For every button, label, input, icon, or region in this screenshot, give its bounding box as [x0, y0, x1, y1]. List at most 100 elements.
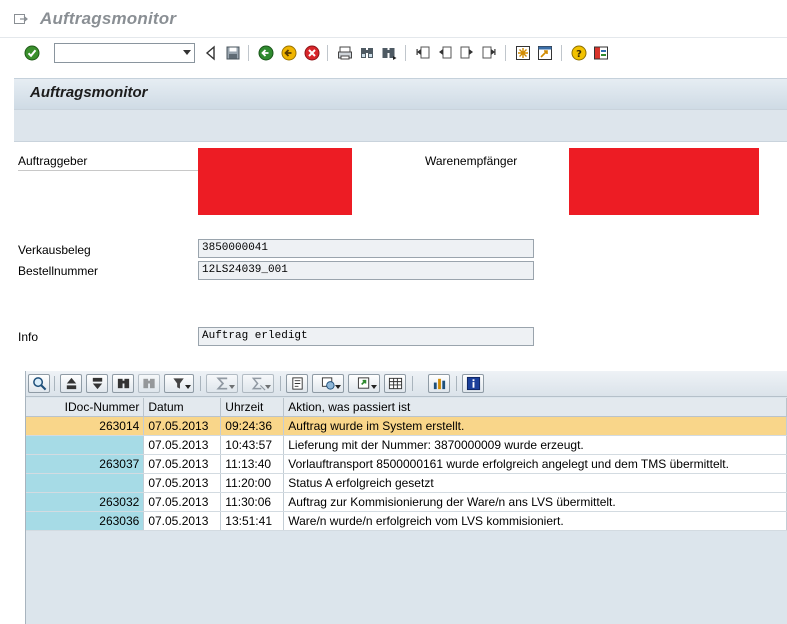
page-header: Auftragsmonitor	[14, 78, 787, 109]
chevron-down-icon	[229, 385, 235, 389]
info-button[interactable]	[462, 374, 484, 393]
info-icon	[466, 376, 480, 391]
next-page-icon[interactable]	[458, 44, 476, 62]
find-button[interactable]	[112, 374, 134, 393]
warenempfaenger-redacted-field	[569, 148, 759, 215]
svg-text:?: ?	[576, 49, 582, 60]
print-icon[interactable]	[336, 44, 354, 62]
cell-datum[interactable]: 07.05.2013	[143, 454, 222, 474]
table-row[interactable]: 07.05.2013 11:20:00 Status A erfolgreich…	[26, 473, 787, 493]
help-icon[interactable]: ?	[570, 44, 588, 62]
verkaufsbeleg-field[interactable]: 3850000041	[198, 239, 534, 258]
create-session-icon[interactable]	[514, 44, 532, 62]
alv-grid: IDoc-Nummer Datum Uhrzeit Aktion, was pa…	[25, 371, 787, 624]
last-page-icon[interactable]	[480, 44, 498, 62]
cell-uhrzeit[interactable]: 11:13:40	[220, 454, 285, 474]
auftraggeber-redacted-field	[198, 148, 352, 215]
cell-idoc[interactable]: 263036	[26, 511, 145, 531]
cell-aktion[interactable]: Lieferung mit der Nummer: 3870000009 wur…	[283, 435, 787, 455]
green-back-icon[interactable]	[257, 44, 275, 62]
cell-datum[interactable]: 07.05.2013	[143, 511, 222, 531]
cell-idoc[interactable]	[26, 435, 145, 455]
first-page-icon[interactable]	[414, 44, 432, 62]
info-field[interactable]: Auftrag erledigt	[198, 327, 534, 346]
cancel-icon[interactable]	[303, 44, 321, 62]
chevron-down-icon	[371, 385, 377, 389]
cell-aktion[interactable]: Auftrag zur Kommisionierung der Ware/n a…	[283, 492, 787, 512]
cell-idoc[interactable]: 263014	[26, 416, 145, 436]
subtotal-button[interactable]	[242, 374, 274, 393]
cell-datum[interactable]: 07.05.2013	[143, 435, 222, 455]
export-button[interactable]	[348, 374, 380, 393]
column-header-datum[interactable]: Datum	[143, 398, 222, 417]
system-menu-icon[interactable]	[14, 13, 28, 25]
table-header-row: IDoc-Nummer Datum Uhrzeit Aktion, was pa…	[26, 398, 787, 417]
warenempfaenger-label: Warenempfänger	[425, 154, 518, 168]
sort-ascending-button[interactable]	[60, 374, 82, 393]
binoculars-icon	[117, 378, 129, 389]
cell-datum[interactable]: 07.05.2013	[143, 492, 222, 512]
cell-uhrzeit[interactable]: 09:24:36	[220, 416, 285, 436]
print-preview-button[interactable]	[286, 374, 308, 393]
sort-ascending-icon	[66, 377, 76, 390]
table-row[interactable]: 263036 07.05.2013 13:51:41 Ware/n wurde/…	[26, 511, 787, 531]
cell-uhrzeit[interactable]: 11:30:06	[220, 492, 285, 512]
grid-layout-icon	[388, 377, 402, 390]
chevron-down-icon[interactable]	[183, 50, 191, 55]
command-input[interactable]	[55, 44, 173, 62]
find-next-icon[interactable]	[380, 44, 398, 62]
bestellnummer-field[interactable]: 12LS24039_001	[198, 261, 534, 280]
idoc-table: IDoc-Nummer Datum Uhrzeit Aktion, was pa…	[26, 398, 787, 531]
find-icon[interactable]	[358, 44, 376, 62]
exit-icon[interactable]	[280, 44, 298, 62]
cell-uhrzeit[interactable]: 13:51:41	[220, 511, 285, 531]
cell-datum[interactable]: 07.05.2013	[143, 473, 222, 493]
cell-uhrzeit[interactable]: 10:43:57	[220, 435, 285, 455]
column-header-idoc[interactable]: IDoc-Nummer	[26, 398, 145, 417]
total-button[interactable]	[206, 374, 238, 393]
chevron-down-icon	[265, 385, 271, 389]
views-icon	[321, 377, 335, 390]
back-icon[interactable]	[202, 44, 220, 62]
graphic-button[interactable]	[428, 374, 450, 393]
column-header-uhrzeit[interactable]: Uhrzeit	[220, 398, 285, 417]
cell-idoc[interactable]	[26, 473, 145, 493]
cell-aktion[interactable]: Auftrag wurde im System erstellt.	[283, 416, 787, 436]
title-bar: Auftragsmonitor	[0, 0, 787, 38]
details-button[interactable]	[28, 374, 50, 393]
table-row[interactable]: 263032 07.05.2013 11:30:06 Auftrag zur K…	[26, 492, 787, 512]
cell-aktion[interactable]: Ware/n wurde/n erfolgreich vom LVS kommi…	[283, 511, 787, 531]
cell-idoc[interactable]: 263037	[26, 454, 145, 474]
cell-aktion[interactable]: Status A erfolgreich gesetzt	[283, 473, 787, 493]
command-field[interactable]	[54, 43, 195, 63]
sort-descending-button[interactable]	[86, 374, 108, 393]
standard-toolbar: ?	[0, 38, 787, 68]
previous-page-icon[interactable]	[436, 44, 454, 62]
export-icon	[357, 377, 369, 389]
save-icon[interactable]	[224, 44, 242, 62]
shortcut-icon[interactable]	[536, 44, 554, 62]
filter-button[interactable]	[164, 374, 194, 393]
find-next-button[interactable]	[138, 374, 160, 393]
column-header-aktion[interactable]: Aktion, was passiert ist	[283, 398, 787, 417]
layout-icon[interactable]	[592, 44, 610, 62]
cell-datum[interactable]: 07.05.2013	[143, 416, 222, 436]
table-row[interactable]: 263037 07.05.2013 11:13:40 Vorlauftransp…	[26, 454, 787, 474]
cell-uhrzeit[interactable]: 11:20:00	[220, 473, 285, 493]
binoculars-next-icon	[142, 378, 155, 389]
bestellnummer-label: Bestellnummer	[18, 264, 99, 278]
print-preview-icon	[291, 377, 303, 390]
page-title: Auftragsmonitor	[30, 84, 148, 101]
subtotal-icon	[251, 377, 265, 391]
views-button[interactable]	[312, 374, 344, 393]
table-row[interactable]: 263014 07.05.2013 09:24:36 Auftrag wurde…	[26, 416, 787, 436]
bar-graph-icon	[433, 378, 445, 390]
grid-toolbar	[26, 371, 787, 397]
cell-idoc[interactable]: 263032	[26, 492, 145, 512]
table-row[interactable]: 07.05.2013 10:43:57 Lieferung mit der Nu…	[26, 435, 787, 455]
application-toolbar	[14, 109, 787, 142]
layout-button[interactable]	[384, 374, 406, 393]
chevron-down-icon	[185, 385, 191, 389]
cell-aktion[interactable]: Vorlauftransport 8500000161 wurde erfolg…	[283, 454, 787, 474]
enter-check-icon[interactable]	[23, 44, 41, 62]
